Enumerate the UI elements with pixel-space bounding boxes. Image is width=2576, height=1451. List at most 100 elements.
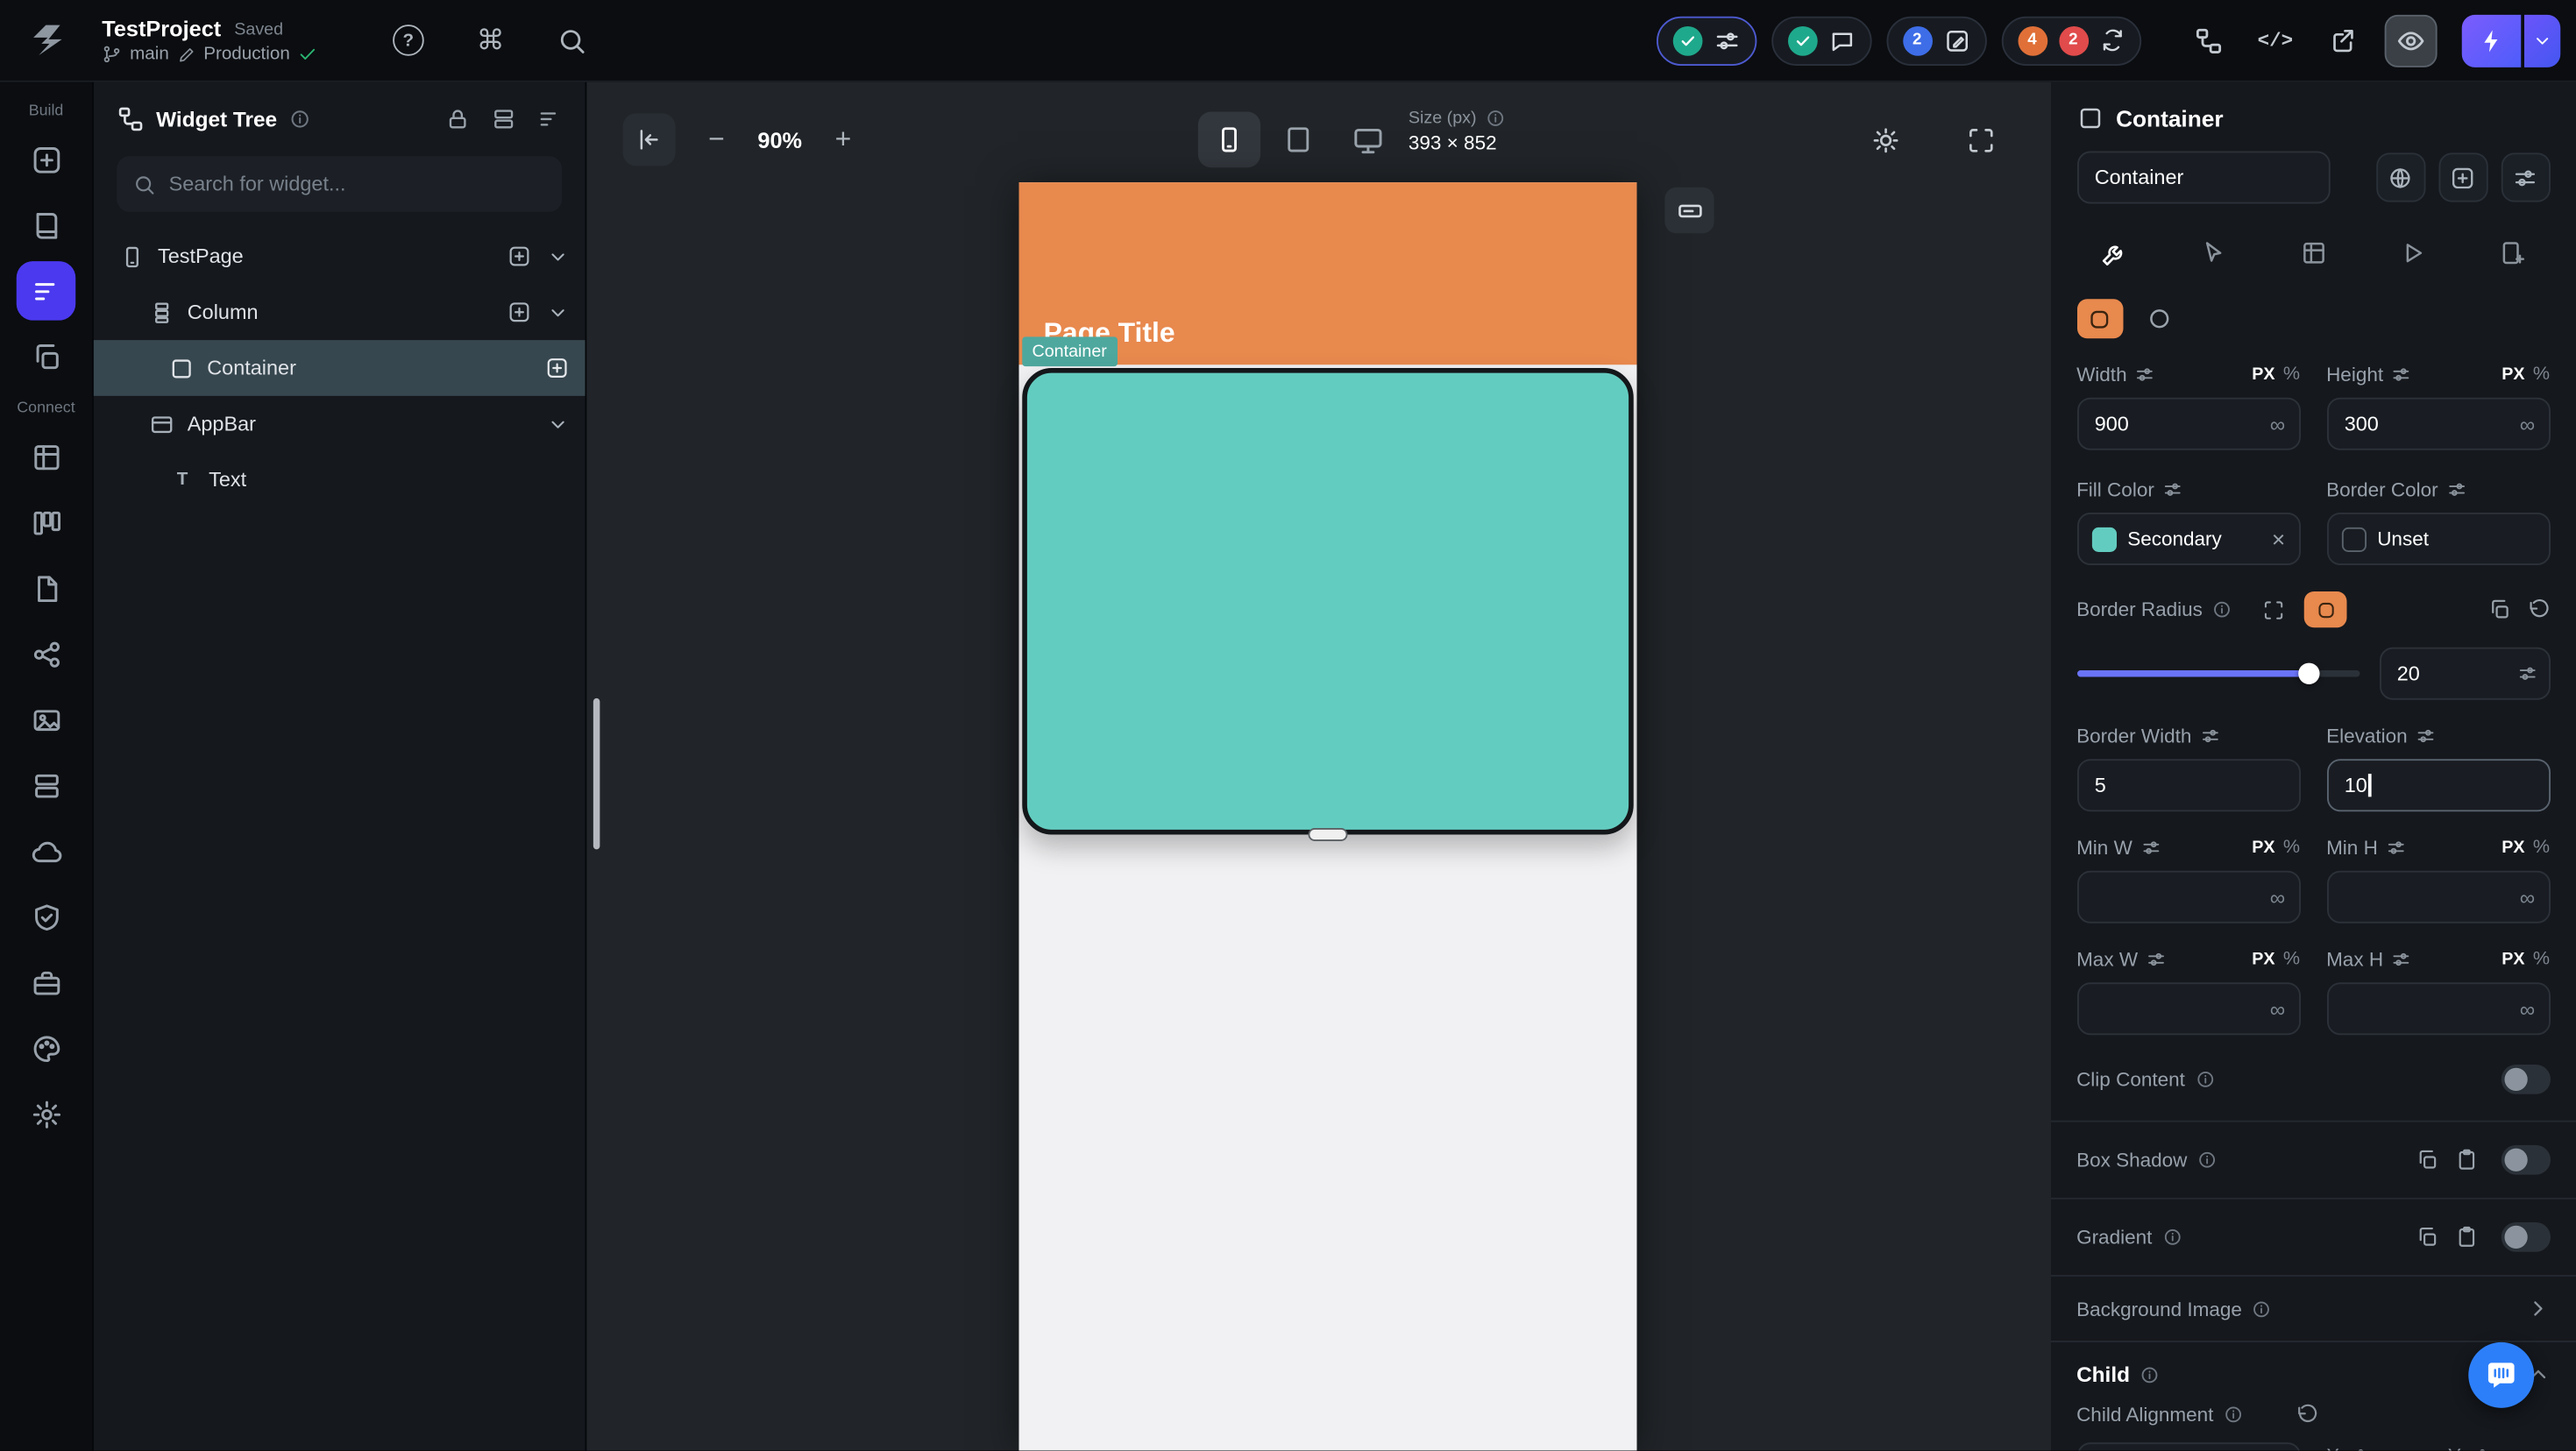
device-desktop-button[interactable] <box>1336 112 1398 168</box>
filter-icon[interactable] <box>537 107 562 131</box>
nav-item-cloud-functions[interactable] <box>17 822 76 881</box>
zoom-out-button[interactable]: − <box>695 118 738 161</box>
height-unit-px[interactable]: PX <box>2501 365 2524 385</box>
issues-status-pill[interactable]: 4 2 <box>2001 16 2140 65</box>
tree-row-container[interactable]: Container <box>94 340 585 396</box>
width-unit-percent[interactable]: % <box>2283 365 2300 385</box>
info-icon[interactable] <box>2197 1150 2218 1171</box>
elevation-input[interactable]: 10 <box>2326 759 2550 811</box>
branch-name[interactable]: main <box>130 45 169 65</box>
project-setup-status-pill[interactable] <box>1656 16 1756 65</box>
radius-per-corner-toggle[interactable] <box>2252 591 2295 627</box>
info-icon[interactable] <box>2252 1299 2272 1319</box>
fill-color-picker[interactable]: Secondary × <box>2076 513 2300 565</box>
shape-rectangle-toggle[interactable] <box>2076 299 2123 338</box>
min-height-input[interactable] <box>2326 871 2550 924</box>
min-h-unit-percent[interactable]: % <box>2533 838 2550 858</box>
background-image-row[interactable]: Background Image <box>2076 1296 2550 1320</box>
copy-icon[interactable] <box>2415 1149 2438 1171</box>
tree-row-text[interactable]: T Text <box>94 452 585 508</box>
radius-all-corners-toggle[interactable] <box>2304 591 2347 627</box>
nav-item-files[interactable] <box>17 559 76 619</box>
set-variable-icon[interactable] <box>2517 664 2537 684</box>
infinity-button[interactable]: ∞ <box>2270 885 2285 910</box>
info-icon[interactable] <box>2224 1405 2244 1425</box>
info-icon[interactable] <box>2140 1364 2160 1384</box>
nav-item-theme[interactable] <box>17 1019 76 1079</box>
flutterflow-logo[interactable] <box>20 12 76 68</box>
reset-icon[interactable] <box>2527 598 2550 621</box>
set-variable-icon[interactable] <box>2391 365 2411 385</box>
infinity-button[interactable]: ∞ <box>2520 885 2535 910</box>
widget-name-input[interactable] <box>2076 152 2330 204</box>
run-button[interactable] <box>2461 14 2560 67</box>
set-variable-icon[interactable] <box>2140 838 2161 858</box>
paste-icon[interactable] <box>2454 1226 2477 1249</box>
resize-handle[interactable] <box>1309 828 1348 841</box>
max-width-input[interactable] <box>2076 982 2300 1035</box>
nav-item-widget-tree[interactable] <box>17 261 76 321</box>
tree-row-appbar[interactable]: AppBar <box>94 396 585 452</box>
set-variable-icon[interactable] <box>2469 1446 2489 1451</box>
environment-name[interactable]: Production <box>203 45 290 65</box>
infinity-button[interactable]: ∞ <box>2270 412 2285 436</box>
set-variable-icon[interactable] <box>2446 480 2466 500</box>
canvas-frame-button[interactable] <box>1958 117 2005 163</box>
design-canvas[interactable]: − 90% + Size (px) 393 × 852 <box>586 82 2050 1451</box>
border-width-input[interactable] <box>2076 759 2300 811</box>
copy-properties-button[interactable] <box>2501 152 2550 202</box>
todo-status-pill[interactable]: 2 <box>1886 16 1986 65</box>
set-variable-icon[interactable] <box>2135 365 2155 385</box>
copy-icon[interactable] <box>2415 1226 2438 1249</box>
add-widget-icon[interactable] <box>507 244 530 267</box>
chevron-down-icon[interactable] <box>547 414 568 435</box>
add-widget-icon[interactable] <box>507 301 530 323</box>
info-icon[interactable] <box>2195 1070 2215 1090</box>
clear-fill-color-button[interactable]: × <box>2272 526 2285 552</box>
lock-icon[interactable] <box>445 107 470 131</box>
reset-icon[interactable] <box>2296 1403 2318 1426</box>
nav-item-settings[interactable] <box>17 1085 76 1144</box>
set-variable-icon[interactable] <box>2200 726 2220 747</box>
nav-item-database[interactable] <box>17 428 76 487</box>
infinity-button[interactable]: ∞ <box>2270 996 2285 1021</box>
min-w-unit-percent[interactable]: % <box>2283 838 2300 858</box>
height-unit-percent[interactable]: % <box>2533 365 2550 385</box>
set-variable-icon[interactable] <box>2416 726 2436 747</box>
help-button[interactable]: ? <box>384 16 433 65</box>
max-height-input[interactable] <box>2326 982 2550 1035</box>
selected-container-widget[interactable] <box>1022 368 1634 835</box>
set-variable-icon[interactable] <box>2386 838 2406 858</box>
zoom-in-button[interactable]: + <box>822 118 865 161</box>
chevron-down-icon[interactable] <box>547 245 568 266</box>
convert-to-component-button[interactable] <box>2438 152 2487 202</box>
border-color-picker[interactable]: Unset <box>2326 513 2550 565</box>
paste-icon[interactable] <box>2454 1149 2477 1171</box>
info-icon[interactable] <box>2212 599 2232 619</box>
clip-content-toggle[interactable] <box>2501 1065 2550 1094</box>
alignment-picker[interactable] <box>2076 1442 2300 1451</box>
set-variable-icon[interactable] <box>2391 950 2411 970</box>
project-name[interactable]: TestProject <box>102 17 221 41</box>
device-tablet-button[interactable] <box>1267 112 1330 168</box>
max-w-unit-percent[interactable]: % <box>2283 950 2300 970</box>
tab-actions[interactable] <box>2186 229 2242 278</box>
tree-row-testpage[interactable]: TestPage <box>94 229 585 285</box>
shortcuts-button[interactable]: ⌘ <box>465 16 514 65</box>
set-variable-icon[interactable] <box>2347 1446 2367 1451</box>
infinity-button[interactable]: ∞ <box>2520 412 2535 436</box>
nav-item-custom-code[interactable] <box>17 953 76 1013</box>
search-button[interactable] <box>548 16 597 65</box>
device-phone-button[interactable] <box>1198 112 1260 168</box>
box-shadow-toggle[interactable] <box>2501 1145 2550 1175</box>
border-radius-slider[interactable] <box>2076 670 2360 677</box>
set-variable-icon[interactable] <box>2162 480 2182 500</box>
slider-thumb[interactable] <box>2297 663 2318 684</box>
share-button[interactable] <box>2317 14 2369 67</box>
shape-circle-toggle[interactable] <box>2136 299 2182 338</box>
nav-item-app-values[interactable] <box>17 756 76 816</box>
nav-item-widgets[interactable] <box>17 130 76 189</box>
gradient-toggle[interactable] <box>2501 1222 2550 1252</box>
zoom-level[interactable]: 90% <box>757 127 802 152</box>
min-width-input[interactable] <box>2076 871 2300 924</box>
